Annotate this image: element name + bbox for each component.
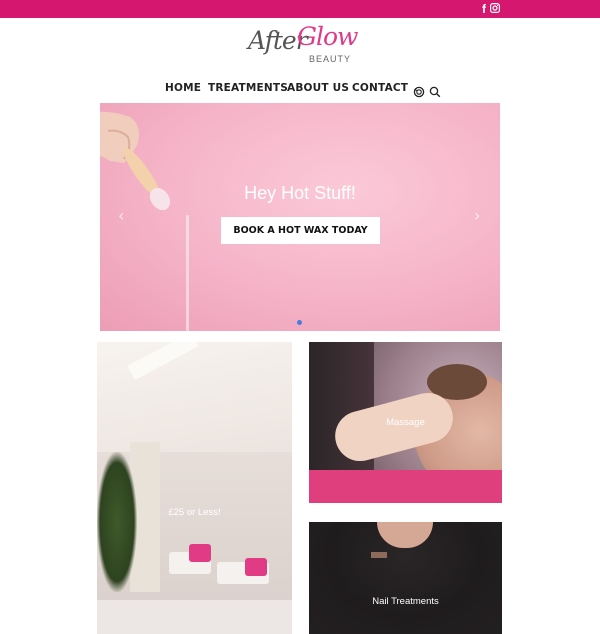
nav-item-contact[interactable]: CONTACT [352, 81, 408, 95]
wax-drip-image [186, 215, 189, 331]
search-icon[interactable] [429, 85, 441, 98]
tile-label: Massage [386, 417, 425, 428]
name-badge-image [371, 552, 387, 558]
instagram-icon[interactable] [490, 2, 502, 16]
logo-beauty-text: BEAUTY [309, 54, 352, 64]
lens-icon[interactable] [413, 85, 425, 98]
slider-next-arrow[interactable]: › [474, 206, 480, 225]
tile-nail-treatments[interactable]: Nail Treatments [309, 522, 502, 634]
hero-slider[interactable]: Hey Hot Stuff! BOOK A HOT WAX TODAY ‹ › [100, 103, 500, 331]
tile-25-or-less[interactable]: £25 or Less! [97, 342, 292, 634]
brand-logo[interactable]: After Glow BEAUTY [248, 22, 358, 70]
salon-ceiling-image [97, 342, 292, 452]
pink-towel-image [309, 470, 502, 503]
pink-cushion-image [245, 558, 267, 576]
logo-glow-text: Glow [297, 22, 358, 51]
book-hot-wax-button[interactable]: BOOK A HOT WAX TODAY [221, 217, 380, 244]
hero-title: Hey Hot Stuff! [244, 183, 356, 203]
plant-image [97, 452, 137, 592]
tile-label: Nail Treatments [372, 596, 439, 607]
tile-label: £25 or Less! [168, 507, 221, 518]
slider-prev-arrow[interactable]: ‹ [118, 206, 124, 225]
nav-item-home[interactable]: HOME [165, 81, 201, 95]
facebook-icon[interactable]: f [478, 2, 490, 16]
hand-with-wax-stick-image [100, 111, 171, 211]
nav-item-about-us[interactable]: ABOUT US [287, 81, 349, 95]
slider-dot[interactable] [297, 320, 302, 325]
top-bar [0, 0, 600, 18]
nav-item-treatments[interactable]: TREATMENTS [208, 81, 288, 95]
tile-massage[interactable]: Massage [309, 342, 502, 503]
pink-cushion-image [189, 544, 211, 562]
salon-floor-image [97, 600, 292, 634]
